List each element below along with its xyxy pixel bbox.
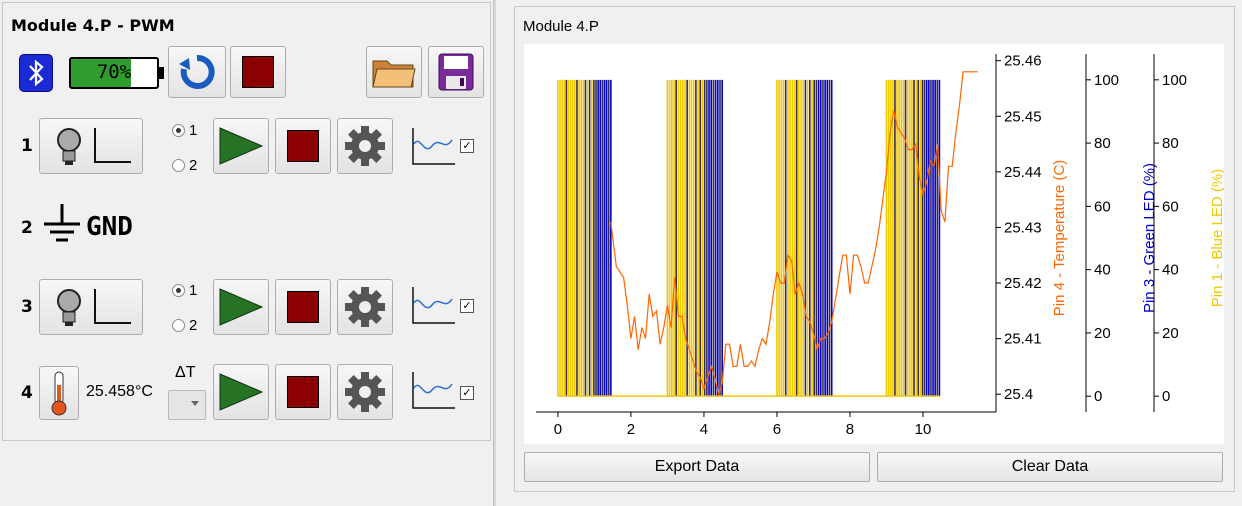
row-1-light-sensor-button[interactable] bbox=[39, 118, 143, 174]
gear-icon bbox=[345, 287, 385, 327]
refresh-button[interactable] bbox=[168, 46, 226, 98]
x-tick-label: 0 bbox=[554, 421, 562, 438]
floppy-disk-icon bbox=[438, 53, 474, 91]
y-tick-label: 25.45 bbox=[1004, 108, 1042, 125]
y-tick-label: 25.42 bbox=[1004, 275, 1042, 292]
play-icon bbox=[219, 127, 264, 165]
open-folder-button[interactable] bbox=[366, 46, 422, 98]
row-3-radio-1[interactable]: 1 bbox=[172, 282, 197, 299]
light-bulb-icon bbox=[57, 128, 81, 165]
row-1-plot-checkbox[interactable]: ✓ bbox=[460, 139, 474, 153]
y-tick-label: 20 bbox=[1162, 325, 1179, 342]
row-4-temperature-button[interactable] bbox=[39, 366, 79, 420]
plot-title: Module 4.P bbox=[523, 18, 599, 35]
y-axis-label: Pin 3 - Green LED (%) bbox=[1141, 163, 1158, 313]
row-1-radio-2[interactable]: 2 bbox=[172, 157, 197, 174]
gear-icon bbox=[345, 126, 385, 166]
gnd-label: GND bbox=[86, 212, 133, 242]
thermometer-icon bbox=[51, 371, 67, 416]
row-3-mini-graph-icon bbox=[412, 287, 455, 324]
clear-data-button[interactable]: Clear Data bbox=[877, 452, 1223, 482]
y-tick-label: 25.46 bbox=[1004, 53, 1042, 70]
y-tick-label: 40 bbox=[1162, 262, 1179, 279]
row-4-play-button[interactable] bbox=[213, 364, 269, 420]
stop-icon bbox=[287, 291, 319, 323]
y-tick-label: 40 bbox=[1094, 262, 1111, 279]
row-1-number: 1 bbox=[21, 136, 33, 156]
y-tick-label: 100 bbox=[1162, 72, 1187, 89]
x-tick-label: 10 bbox=[915, 421, 932, 438]
refresh-icon bbox=[179, 54, 215, 89]
battery-label: 70% bbox=[96, 61, 132, 83]
y-tick-label: 20 bbox=[1094, 325, 1111, 342]
row-3-number: 3 bbox=[21, 297, 33, 317]
y-tick-label: 60 bbox=[1162, 198, 1179, 215]
graph-axes-icon bbox=[94, 128, 131, 163]
save-button[interactable] bbox=[428, 46, 484, 98]
row-4-plot-checkbox[interactable]: ✓ bbox=[460, 386, 474, 400]
x-tick-label: 6 bbox=[773, 421, 781, 438]
chevron-down-icon bbox=[191, 401, 199, 406]
export-data-button[interactable]: Export Data bbox=[524, 452, 870, 482]
module-title: Module 4.P - PWM bbox=[11, 16, 175, 35]
y-axis-label: Pin 1 - Blue LED (%) bbox=[1209, 169, 1224, 307]
y-tick-label: 60 bbox=[1094, 198, 1111, 215]
gear-icon bbox=[345, 372, 385, 412]
row-1-stop-button[interactable] bbox=[275, 118, 331, 174]
battery-indicator: 70% bbox=[69, 57, 164, 89]
x-tick-label: 2 bbox=[627, 421, 635, 438]
stop-icon bbox=[242, 56, 274, 88]
row-3-play-button[interactable] bbox=[213, 279, 269, 335]
play-icon bbox=[219, 288, 264, 326]
stop-icon bbox=[287, 130, 319, 162]
stop-icon bbox=[287, 376, 319, 408]
splitter[interactable] bbox=[493, 0, 496, 506]
temperature-readout: 25.458°C bbox=[86, 383, 153, 400]
row-1-play-button[interactable] bbox=[213, 118, 269, 174]
bluetooth-icon[interactable] bbox=[19, 54, 53, 92]
row-3-plot-checkbox[interactable]: ✓ bbox=[460, 299, 474, 313]
row-3-light-sensor-button[interactable] bbox=[39, 279, 143, 335]
y-tick-label: 80 bbox=[1094, 135, 1111, 152]
row-4-stop-button[interactable] bbox=[275, 364, 331, 420]
row-4-settings-button[interactable] bbox=[337, 364, 393, 420]
y-tick-label: 80 bbox=[1162, 135, 1179, 152]
row-2-number: 2 bbox=[21, 218, 33, 238]
row-4-number: 4 bbox=[21, 383, 33, 403]
delta-t-label: ΔT bbox=[175, 364, 196, 381]
y-axis-label: Pin 4 - Temperature (C) bbox=[1051, 160, 1068, 316]
y-tick-label: 25.4 bbox=[1004, 386, 1033, 403]
row-3-radio-2[interactable]: 2 bbox=[172, 317, 197, 334]
folder-icon bbox=[372, 60, 416, 88]
play-icon bbox=[219, 373, 264, 411]
y-tick-label: 25.43 bbox=[1004, 219, 1042, 236]
light-bulb-icon bbox=[57, 289, 81, 326]
row-1-radio-1[interactable]: 1 bbox=[172, 122, 197, 139]
row-4-mini-graph-icon bbox=[412, 372, 455, 409]
row-1-mini-graph-icon bbox=[412, 128, 455, 165]
y-tick-label: 0 bbox=[1094, 388, 1102, 405]
x-tick-label: 4 bbox=[700, 421, 708, 438]
graph-axes-icon bbox=[94, 289, 131, 324]
y-tick-label: 0 bbox=[1162, 388, 1170, 405]
stop-all-button[interactable] bbox=[230, 46, 286, 98]
y-tick-label: 25.44 bbox=[1004, 164, 1042, 181]
y-tick-label: 100 bbox=[1094, 72, 1119, 89]
row-3-stop-button[interactable] bbox=[275, 279, 331, 335]
chart-svg: 0 2 4 6 8 10 25.46 25.45 25.44 25.43 25.42 25.41 25.… bbox=[536, 53, 1226, 438]
x-tick-label: 8 bbox=[846, 421, 854, 438]
plot-area: 0 2 4 6 8 10 25.46 25.45 25.44 25.43 25.42 25.41 25.… bbox=[524, 44, 1226, 444]
ground-icon bbox=[44, 204, 80, 242]
row-1-settings-button[interactable] bbox=[337, 118, 393, 174]
delta-t-dropdown[interactable] bbox=[168, 390, 206, 420]
y-tick-label: 25.41 bbox=[1004, 331, 1042, 348]
row-3-settings-button[interactable] bbox=[337, 279, 393, 335]
